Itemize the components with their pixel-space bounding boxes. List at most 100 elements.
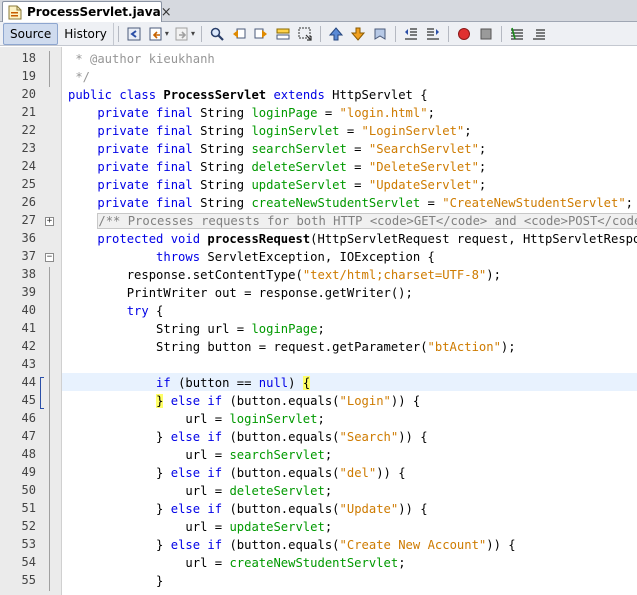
code-token: (button.equals( xyxy=(222,394,340,408)
code-line[interactable]: private final String loginPage = "login.… xyxy=(68,104,435,122)
code-token: private final xyxy=(68,142,201,156)
code-line[interactable]: String button = request.getParameter("bt… xyxy=(68,338,516,356)
code-line[interactable]: String url = loginPage; xyxy=(68,320,325,338)
toolbar-separator xyxy=(447,25,449,42)
code-token: private final xyxy=(68,196,201,210)
code-area[interactable]: * @author kieukhanh */ public class Proce… xyxy=(68,47,637,595)
editor-tab-bar: ProcessServlet.java × xyxy=(0,0,637,22)
code-line[interactable]: if (button == null) { xyxy=(68,374,311,392)
toggle-highlight-icon[interactable] xyxy=(275,26,291,42)
code-line[interactable]: protected void processRequest(HttpServle… xyxy=(68,230,637,248)
code-line[interactable]: PrintWriter out = response.getWriter(); xyxy=(68,284,413,302)
code-token: String xyxy=(200,124,252,138)
code-token: "SearchServlet" xyxy=(368,142,479,156)
forward-icon[interactable] xyxy=(174,26,190,42)
line-number: 22 xyxy=(21,123,36,137)
code-token: "Create New Account" xyxy=(339,538,487,552)
comment-icon[interactable] xyxy=(509,26,525,42)
code-line[interactable]: private final String loginServlet = "Log… xyxy=(68,122,471,140)
forward-dropdown-icon[interactable]: ▾ xyxy=(191,29,195,38)
line-number: 39 xyxy=(21,285,36,299)
code-line[interactable]: response.setContentType("text/html;chars… xyxy=(68,266,501,284)
code-line[interactable]: } xyxy=(68,572,163,590)
editor-toolbar: Source History ▾ ▾ xyxy=(0,22,637,46)
line-number: 25 xyxy=(21,177,36,191)
uncomment-icon[interactable] xyxy=(531,26,547,42)
code-line[interactable]: private final String searchServlet = "Se… xyxy=(68,140,486,158)
next-bookmark-icon[interactable] xyxy=(350,26,366,42)
code-token: ServletException, IOException { xyxy=(207,250,435,264)
code-token: ; xyxy=(478,142,487,156)
code-token: * @author kieukhanh xyxy=(68,52,215,66)
code-line[interactable]: url = createNewStudentServlet; xyxy=(68,554,405,572)
code-token: deleteServlet xyxy=(251,160,347,174)
code-token: = xyxy=(346,160,369,174)
code-token: "del" xyxy=(339,466,377,480)
expand-fold-icon[interactable]: + xyxy=(45,217,54,226)
line-number: 23 xyxy=(21,141,36,155)
find-icon[interactable] xyxy=(209,26,225,42)
line-number: 18 xyxy=(21,51,36,65)
back-dropdown-icon[interactable]: ▾ xyxy=(165,29,169,38)
code-line[interactable]: url = searchServlet; xyxy=(68,446,332,464)
code-token: searchServlet xyxy=(251,142,347,156)
code-line[interactable]: * @author kieukhanh xyxy=(68,50,215,68)
code-token: protected void xyxy=(68,232,208,246)
code-token: PrintWriter out = response.getWriter(); xyxy=(68,286,413,300)
code-line[interactable]: } else if (button.equals("Login")) { xyxy=(68,392,420,410)
code-line[interactable]: private final String deleteServlet = "De… xyxy=(68,158,486,176)
code-editor[interactable]: 18 19 20 21 22 23 24 25 26 27 36 37 38 39 40 41 42 43 44 45… xyxy=(0,47,637,595)
code-token: else if xyxy=(170,502,223,516)
shift-right-icon[interactable] xyxy=(425,26,441,42)
code-line[interactable]: } else if (button.equals("Search")) { xyxy=(68,428,428,446)
code-line[interactable]: private final String createNewStudentSer… xyxy=(68,194,633,212)
code-token: "Update" xyxy=(339,502,399,516)
code-line[interactable]: url = deleteServlet; xyxy=(68,482,332,500)
code-token: ; xyxy=(478,160,487,174)
shift-left-icon[interactable] xyxy=(403,26,419,42)
previous-bookmark-icon[interactable] xyxy=(328,26,344,42)
code-line[interactable]: } else if (button.equals("Create New Acc… xyxy=(68,536,516,554)
code-line[interactable]: public class ProcessServlet extends Http… xyxy=(68,86,428,104)
line-number: 46 xyxy=(21,411,36,425)
collapse-fold-icon[interactable]: − xyxy=(45,253,54,262)
toggle-rectangular-selection-icon[interactable] xyxy=(297,26,313,42)
last-edit-icon[interactable] xyxy=(126,26,142,42)
close-icon[interactable]: × xyxy=(161,6,172,19)
code-token: public class xyxy=(68,88,164,102)
code-token: null xyxy=(258,376,289,390)
history-view-button[interactable]: History xyxy=(58,22,114,45)
start-macro-icon[interactable] xyxy=(456,26,472,42)
line-number: 44 xyxy=(21,375,36,389)
code-token: = xyxy=(339,124,362,138)
code-token: processRequest xyxy=(207,232,311,246)
code-token: )) { xyxy=(398,502,428,516)
code-line[interactable]: private final String updateServlet = "Up… xyxy=(68,176,486,194)
code-token: ; xyxy=(317,412,325,426)
code-token: String xyxy=(200,160,252,174)
stop-macro-icon[interactable] xyxy=(478,26,494,42)
code-line[interactable]: } else if (button.equals("Update")) { xyxy=(68,500,428,518)
line-number: 50 xyxy=(21,483,36,497)
code-token: (button == xyxy=(170,376,259,390)
code-token: loginPage xyxy=(251,106,318,120)
code-line[interactable]: } else if (button.equals("del")) { xyxy=(68,464,406,482)
toggle-bookmark-icon[interactable] xyxy=(372,26,388,42)
code-token: try xyxy=(68,304,149,318)
find-next-icon[interactable] xyxy=(253,26,269,42)
line-number: 40 xyxy=(21,303,36,317)
code-line[interactable]: url = loginServlet; xyxy=(68,410,325,428)
code-token: { xyxy=(302,376,311,390)
code-line[interactable]: /** Processes requests for both HTTP <co… xyxy=(68,212,637,230)
code-line[interactable]: */ xyxy=(68,68,90,86)
code-line[interactable]: url = updateServlet; xyxy=(68,518,332,536)
file-tab[interactable]: ProcessServlet.java × xyxy=(2,1,172,22)
line-number: 21 xyxy=(21,105,36,119)
code-line[interactable]: try { xyxy=(68,302,164,320)
source-view-button[interactable]: Source xyxy=(3,22,59,45)
back-icon[interactable] xyxy=(148,26,164,42)
code-token: "Login" xyxy=(339,394,391,408)
find-previous-icon[interactable] xyxy=(231,26,247,42)
code-line[interactable]: throws ServletException, IOException { xyxy=(68,248,435,266)
